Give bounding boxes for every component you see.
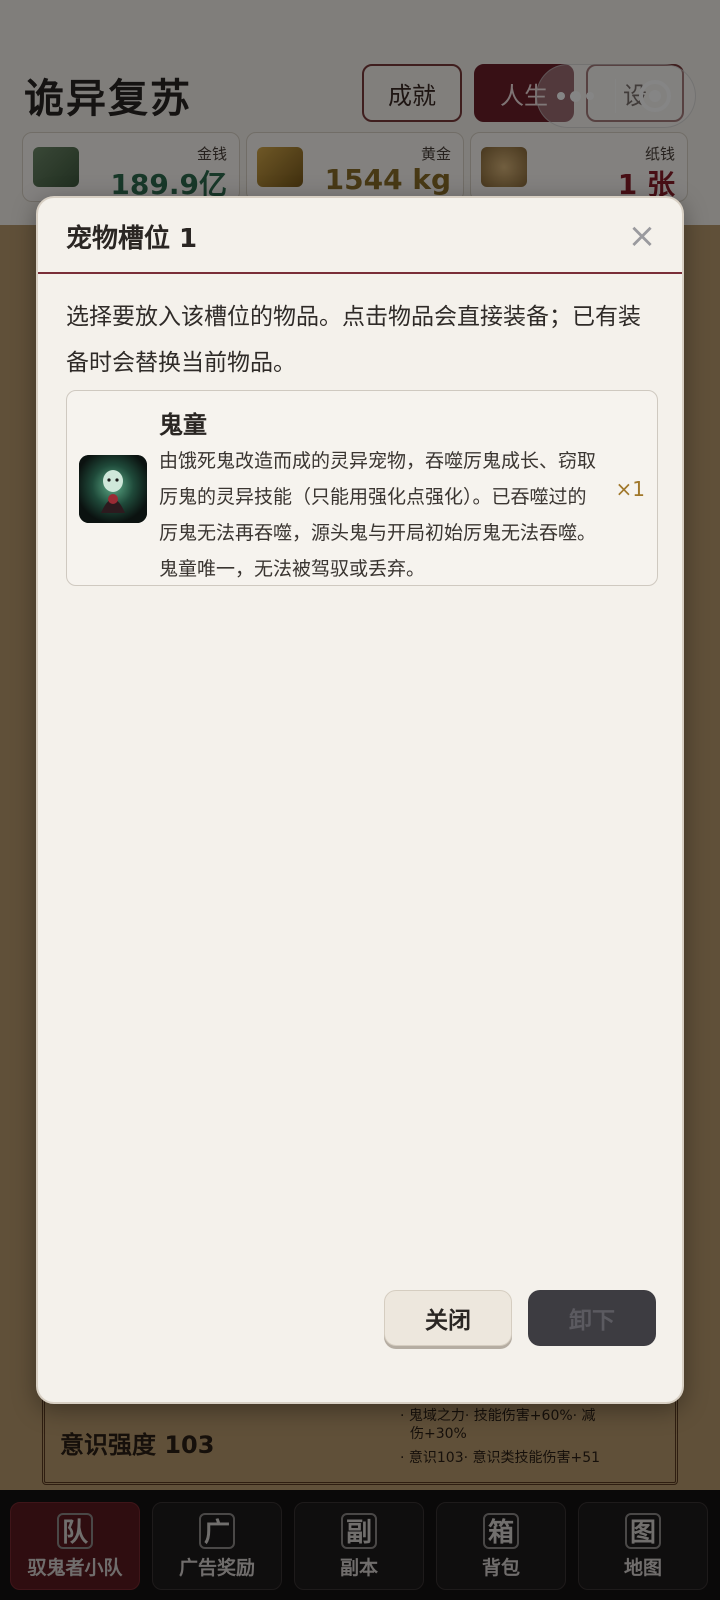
dialog-title: 宠物槽位 1 bbox=[66, 224, 198, 254]
item-description: 由饿死鬼改造而成的灵异宠物，吞噬厉鬼成长、窃取厉鬼的灵异技能（只能用强化点强化）… bbox=[159, 450, 597, 580]
pet-slot-dialog: 宠物槽位 1 × 选择要放入该槽位的物品。点击物品会直接装备；已有装备时会替换当… bbox=[36, 196, 684, 1404]
unequip-button[interactable]: 卸下 bbox=[528, 1290, 656, 1346]
dialog-description: 选择要放入该槽位的物品。点击物品会直接装备；已有装备时会替换当前物品。 bbox=[66, 304, 641, 376]
title-divider bbox=[38, 272, 682, 274]
item-name: 鬼童 bbox=[159, 411, 207, 439]
close-button[interactable]: 关闭 bbox=[384, 1290, 512, 1346]
item-option[interactable]: 鬼童 由饿死鬼改造而成的灵异宠物，吞噬厉鬼成长、窃取厉鬼的灵异技能（只能用强化点… bbox=[66, 390, 658, 586]
ghost-child-portrait-icon bbox=[79, 455, 147, 523]
item-quantity: ×1 bbox=[615, 477, 645, 501]
close-icon[interactable]: × bbox=[622, 216, 662, 256]
